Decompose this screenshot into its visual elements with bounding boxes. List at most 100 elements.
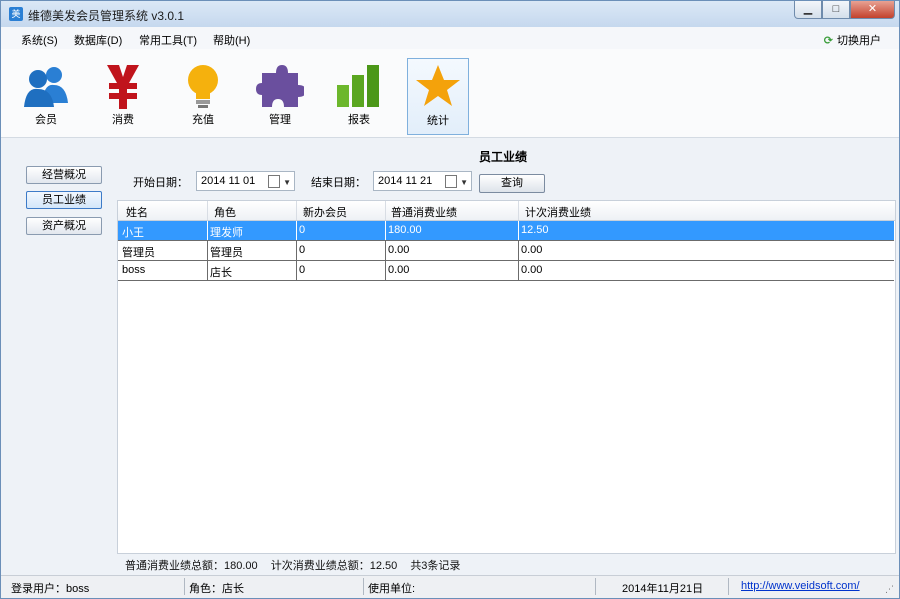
sidebar-item-staff-performance[interactable]: 员工业绩: [26, 191, 102, 209]
puzzle-icon: [256, 65, 304, 107]
status-divider: [728, 578, 729, 595]
tool-label: 报表: [348, 114, 370, 126]
cell-divider: [207, 261, 208, 280]
end-date-value: 2014 11 21: [378, 175, 433, 187]
cell-role: 理发师: [210, 227, 243, 239]
column-divider: [518, 201, 519, 220]
grid-header: 姓名 角色 新办会员 普通消费业绩 计次消费业绩: [118, 201, 895, 221]
menu-help[interactable]: 帮助(H): [213, 32, 250, 48]
calendar-icon: [268, 175, 280, 188]
column-header-name[interactable]: 姓名: [126, 204, 148, 220]
tool-members[interactable]: 会员: [16, 59, 76, 133]
maximize-button[interactable]: □: [822, 1, 850, 19]
calendar-icon: [445, 175, 457, 188]
start-date-value: 2014 11 01: [201, 175, 256, 187]
summary-line: 普通消费业绩总额：180.00 计次消费业绩总额：12.50 共3条记录: [125, 557, 460, 573]
normal-sales-total: 普通消费业绩总额：180.00: [125, 560, 258, 572]
toolbar: 会员 消费 充值 管理 报表 统计: [1, 49, 899, 138]
sidebar-item-overview[interactable]: 经营概况: [26, 166, 102, 184]
cell-divider: [385, 241, 386, 260]
status-role: 角色：店长: [189, 583, 244, 595]
tool-label: 会员: [35, 114, 57, 126]
tool-label: 统计: [427, 115, 449, 127]
cell-name: 小王: [122, 227, 144, 239]
cell-divider: [296, 221, 297, 240]
close-button[interactable]: ✕: [850, 1, 895, 19]
query-button[interactable]: 查询: [479, 174, 545, 193]
table-row[interactable]: boss 店长 0 0.00 0.00: [118, 261, 894, 281]
start-date-label: 开始日期：: [133, 177, 188, 189]
menu-system[interactable]: 系统(S): [21, 32, 58, 48]
column-header-role[interactable]: 角色: [214, 204, 236, 220]
cell-divider: [518, 221, 519, 240]
tool-statistics[interactable]: 统计: [407, 58, 469, 135]
start-date-picker[interactable]: 2014 11 01 ▼: [196, 171, 295, 191]
sidebar-item-assets[interactable]: 资产概况: [26, 217, 102, 235]
status-date: 2014年11月21日: [622, 583, 704, 595]
cell-divider: [207, 241, 208, 260]
status-divider: [595, 578, 596, 595]
column-divider: [385, 201, 386, 220]
cell-new-members: 0: [299, 264, 306, 276]
chevron-down-icon: ▼: [460, 178, 468, 187]
minimize-button[interactable]: ▁: [794, 1, 822, 19]
resize-grip-icon[interactable]: ⋰: [885, 584, 894, 595]
count-sales-total: 计次消费业绩总额：12.50: [270, 560, 398, 572]
title-bar: 美 维德美发会员管理系统 v3.0.1 ▁ □ ✕: [1, 1, 899, 27]
status-divider: [363, 578, 364, 595]
status-unit: 使用单位:: [368, 583, 416, 595]
website-link[interactable]: http://www.veidsoft.com/: [741, 580, 860, 592]
cell-new-members: 0: [299, 224, 306, 236]
data-grid: 姓名 角色 新办会员 普通消费业绩 计次消费业绩 小王 理发师 0 180.00…: [117, 200, 896, 554]
cell-divider: [385, 221, 386, 240]
column-header-new-members[interactable]: 新办会员: [303, 204, 347, 220]
tool-recharge[interactable]: 充值: [173, 59, 233, 133]
bar-chart-icon: [337, 65, 379, 107]
app-window: 美 维德美发会员管理系统 v3.0.1 ▁ □ ✕ 系统(S) 数据库(D) 常…: [0, 0, 900, 599]
table-row[interactable]: 管理员 管理员 0 0.00 0.00: [118, 241, 894, 261]
tool-manage[interactable]: 管理: [250, 59, 310, 133]
column-header-normal-sales[interactable]: 普通消费业绩: [391, 204, 457, 220]
tool-label: 管理: [269, 114, 291, 126]
end-date-label: 结束日期：: [311, 177, 366, 189]
report-title: 员工业绩: [479, 150, 528, 164]
column-header-count-sales[interactable]: 计次消费业绩: [525, 204, 591, 220]
tool-label: 消费: [112, 114, 134, 126]
cell-count-sales: 12.50: [521, 224, 549, 236]
column-divider: [207, 201, 208, 220]
cell-divider: [296, 241, 297, 260]
record-count: 共3条记录: [410, 560, 461, 572]
cell-count-sales: 0.00: [521, 244, 543, 256]
cell-normal-sales: 180.00: [388, 224, 422, 236]
window-title: 维德美发会员管理系统 v3.0.1: [28, 9, 185, 23]
column-divider: [296, 201, 297, 220]
menu-database[interactable]: 数据库(D): [74, 32, 122, 48]
refresh-icon: ⟳: [823, 35, 833, 47]
cell-name: boss: [122, 264, 146, 276]
window-controls: ▁ □ ✕: [794, 1, 895, 19]
cell-divider: [518, 241, 519, 260]
cell-count-sales: 0.00: [521, 264, 543, 276]
switch-user-button[interactable]: ⟳ 切换用户: [824, 32, 881, 48]
cell-divider: [296, 261, 297, 280]
cell-normal-sales: 0.00: [388, 264, 410, 276]
menu-tools[interactable]: 常用工具(T): [139, 32, 197, 48]
switch-user-label: 切换用户: [837, 35, 881, 47]
end-date-picker[interactable]: 2014 11 21 ▼: [373, 171, 472, 191]
star-icon: [416, 65, 460, 106]
tool-consume[interactable]: 消费: [93, 59, 153, 133]
lightbulb-icon: [188, 65, 218, 108]
cell-name: 管理员: [122, 247, 155, 259]
status-user: 登录用户：boss: [11, 583, 90, 595]
cell-new-members: 0: [299, 244, 306, 256]
app-icon: 美: [9, 7, 23, 21]
cell-divider: [385, 261, 386, 280]
members-icon: [24, 67, 68, 107]
yen-icon: [107, 65, 139, 109]
status-bar: 登录用户：boss 角色：店长 使用单位: 2014年11月21日 http:/…: [1, 575, 899, 598]
tool-reports[interactable]: 报表: [329, 59, 389, 133]
table-row[interactable]: 小王 理发师 0 180.00 12.50: [118, 221, 894, 241]
chevron-down-icon: ▼: [283, 178, 291, 187]
status-divider: [184, 578, 185, 595]
tool-label: 充值: [192, 114, 214, 126]
